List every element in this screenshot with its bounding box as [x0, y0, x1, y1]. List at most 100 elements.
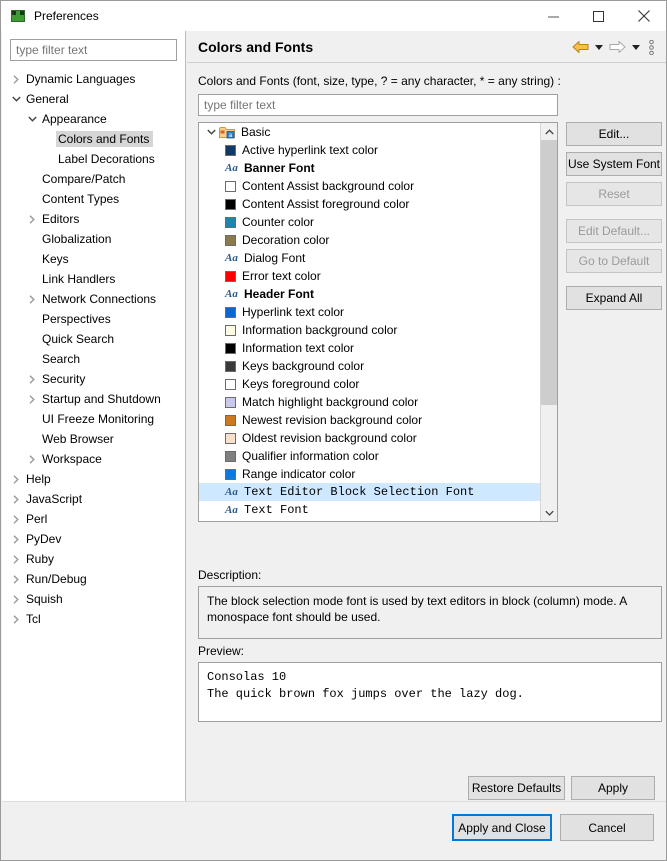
chevron-right-icon[interactable]	[8, 571, 24, 587]
restore-defaults-button[interactable]: Restore Defaults	[468, 776, 565, 800]
sidebar-item-perspectives[interactable]: Perspectives	[2, 309, 186, 329]
chevron-right-icon[interactable]	[8, 591, 24, 607]
chevron-down-icon[interactable]	[24, 111, 40, 127]
sidebar-item-ui-freeze-monitoring[interactable]: UI Freeze Monitoring	[2, 409, 186, 429]
chevron-right-icon[interactable]	[8, 491, 24, 507]
cancel-button[interactable]: Cancel	[560, 814, 654, 841]
list-item[interactable]: Hyperlink text color	[199, 303, 540, 321]
sidebar-item-ruby[interactable]: Ruby	[2, 549, 186, 569]
chevron-right-icon[interactable]	[8, 471, 24, 487]
sidebar-item-appearance[interactable]: Appearance	[2, 109, 186, 129]
sidebar-filter-input[interactable]: type filter text	[10, 39, 177, 61]
sidebar-item-squish[interactable]: Squish	[2, 589, 186, 609]
list-item[interactable]: Active hyperlink text color	[199, 141, 540, 159]
sidebar-item-label-decorations[interactable]: Label Decorations	[2, 149, 186, 169]
sidebar-item-startup-and-shutdown[interactable]: Startup and Shutdown	[2, 389, 186, 409]
sidebar-item-content-types[interactable]: Content Types	[2, 189, 186, 209]
list-item[interactable]: Decoration color	[199, 231, 540, 249]
sidebar-item-security[interactable]: Security	[2, 369, 186, 389]
chevron-right-icon[interactable]	[24, 371, 40, 387]
scroll-up-button[interactable]	[541, 123, 558, 140]
sidebar-item-run-debug[interactable]: Run/Debug	[2, 569, 186, 589]
chevron-down-icon[interactable]	[8, 91, 24, 107]
list-item[interactable]: Counter color	[199, 213, 540, 231]
sidebar-item-label: Squish	[24, 591, 67, 607]
sidebar-item-workspace[interactable]: Workspace	[2, 449, 186, 469]
forward-dropdown-chevron-down-icon[interactable]	[629, 36, 642, 58]
chevron-right-icon[interactable]	[8, 611, 24, 627]
list-item[interactable]: Content Assist background color	[199, 177, 540, 195]
sidebar-item-globalization[interactable]: Globalization	[2, 229, 186, 249]
sidebar-item-help[interactable]: Help	[2, 469, 186, 489]
sidebar-item-keys[interactable]: Keys	[2, 249, 186, 269]
sidebar-item-label: Perl	[24, 511, 51, 527]
sidebar-item-label: Search	[40, 351, 84, 367]
back-arrow-icon[interactable]	[570, 36, 590, 58]
chevron-right-icon[interactable]	[24, 211, 40, 227]
list-item[interactable]: AaDialog Font	[199, 249, 540, 267]
color-swatch	[225, 199, 236, 210]
list-group-basic[interactable]: aBasic	[199, 123, 540, 141]
apply-and-close-button[interactable]: Apply and Close	[452, 814, 552, 841]
colors-and-fonts-list[interactable]: aBasicActive hyperlink text colorAaBanne…	[198, 122, 558, 522]
chevron-right-icon[interactable]	[8, 551, 24, 567]
chevron-right-icon[interactable]	[8, 531, 24, 547]
chevron-right-icon[interactable]	[8, 511, 24, 527]
sidebar-item-editors[interactable]: Editors	[2, 209, 186, 229]
sidebar-item-javascript[interactable]: JavaScript	[2, 489, 186, 509]
sidebar-item-general[interactable]: General	[2, 89, 186, 109]
eclipse-icon	[10, 8, 26, 24]
list-item[interactable]: AaText Editor Block Selection Font	[199, 483, 540, 501]
list-item[interactable]: Match highlight background color	[199, 393, 540, 411]
list-item[interactable]: Information background color	[199, 321, 540, 339]
list-item-label: Dialog Font	[244, 251, 305, 265]
list-item[interactable]: Information text color	[199, 339, 540, 357]
preferences-sidebar: type filter text Dynamic LanguagesGenera…	[2, 31, 186, 803]
list-item[interactable]: AaText Font	[199, 501, 540, 519]
chevron-down-icon[interactable]	[204, 129, 219, 135]
sidebar-item-dynamic-languages[interactable]: Dynamic Languages	[2, 69, 186, 89]
chevron-right-icon[interactable]	[24, 451, 40, 467]
list-vertical-scrollbar[interactable]	[540, 123, 557, 521]
list-item[interactable]: Error text color	[199, 267, 540, 285]
sidebar-item-colors-and-fonts[interactable]: Colors and Fonts	[2, 129, 186, 149]
sidebar-item-pydev[interactable]: PyDev	[2, 529, 186, 549]
chevron-right-icon[interactable]	[8, 71, 24, 87]
close-button[interactable]	[621, 1, 666, 31]
list-filter-input[interactable]: type filter text	[198, 94, 558, 116]
list-item[interactable]: Keys background color	[199, 357, 540, 375]
list-item[interactable]: Qualifier information color	[199, 447, 540, 465]
sidebar-item-perl[interactable]: Perl	[2, 509, 186, 529]
edit-button[interactable]: Edit...	[566, 122, 662, 146]
sidebar-item-link-handlers[interactable]: Link Handlers	[2, 269, 186, 289]
scroll-down-button[interactable]	[541, 504, 558, 521]
twisty-spacer	[24, 251, 40, 267]
list-item[interactable]: AaBanner Font	[199, 159, 540, 177]
sidebar-item-tcl[interactable]: Tcl	[2, 609, 186, 629]
list-item[interactable]: Range indicator color	[199, 465, 540, 483]
list-item-label: Newest revision background color	[242, 413, 422, 427]
sidebar-item-compare-patch[interactable]: Compare/Patch	[2, 169, 186, 189]
chevron-right-icon[interactable]	[24, 291, 40, 307]
list-item[interactable]: Oldest revision background color	[199, 429, 540, 447]
chevron-right-icon[interactable]	[24, 391, 40, 407]
minimize-button[interactable]	[531, 1, 576, 31]
scrollbar-thumb[interactable]	[541, 140, 558, 405]
use-system-font-button[interactable]: Use System Font	[566, 152, 662, 176]
list-item[interactable]: Newest revision background color	[199, 411, 540, 429]
preferences-tree: Dynamic LanguagesGeneralAppearanceColors…	[2, 69, 186, 799]
back-dropdown-chevron-down-icon[interactable]	[592, 36, 605, 58]
apply-button[interactable]: Apply	[571, 776, 655, 800]
list-item[interactable]: Content Assist foreground color	[199, 195, 540, 213]
sidebar-item-network-connections[interactable]: Network Connections	[2, 289, 186, 309]
forward-arrow-icon[interactable]	[607, 36, 627, 58]
sidebar-item-quick-search[interactable]: Quick Search	[2, 329, 186, 349]
sidebar-item-web-browser[interactable]: Web Browser	[2, 429, 186, 449]
sidebar-item-label: Workspace	[40, 451, 106, 467]
sidebar-item-search[interactable]: Search	[2, 349, 186, 369]
expand-all-button[interactable]: Expand All	[566, 286, 662, 310]
list-item[interactable]: Keys foreground color	[199, 375, 540, 393]
vertical-dots-icon[interactable]	[644, 36, 658, 58]
maximize-button[interactable]	[576, 1, 621, 31]
list-item[interactable]: AaHeader Font	[199, 285, 540, 303]
